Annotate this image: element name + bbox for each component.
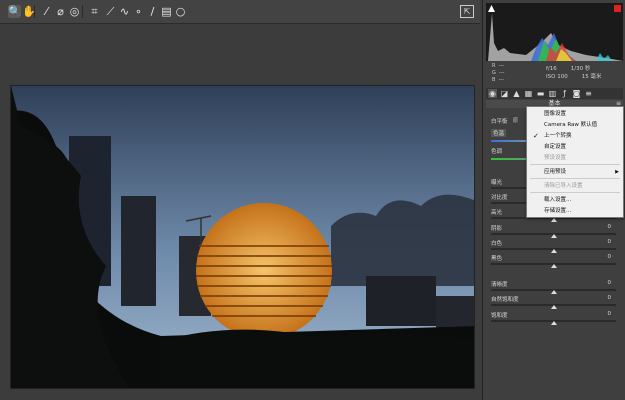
r-label: R [492,63,496,69]
slider-label: 高光 [491,210,503,216]
wb-label: 白平衡 [491,119,508,125]
slider-label: 自然饱和度 [491,297,519,303]
histogram-graph [488,13,623,61]
checkmark-icon: ✓ [533,132,539,140]
dropdown-separator [530,178,620,179]
redeye-icon[interactable]: ∘ [132,5,145,18]
dropdown-item[interactable]: 存储设置... [527,206,623,216]
toolbar: 🔍 ✋ ⁄ ⌀ ◎ ⌗ ⟋ ∿ ∘ / ▤ ○ ⇱ [0,0,480,24]
dropdown-item-label: 预设设置 [544,155,567,161]
dropdown-item[interactable]: 应用预设 ▶ [527,167,623,177]
spot-removal-icon[interactable]: ∿ [118,5,131,18]
submenu-arrow-icon: ▶ [615,169,619,175]
dropdown-item[interactable]: 载入设置... [527,195,623,205]
camera-readout: R --- G --- B --- f/16 1/30 秒 ISO 100 15 毫… [486,63,623,85]
preview-area [0,24,480,400]
dropdown-item: 清除已导入设置 [527,181,623,191]
dropdown-item-label: 存储设置... [544,208,572,214]
slider-value[interactable]: 0 [608,311,612,317]
slider-thumb[interactable] [550,218,557,222]
dropdown-item: 预设设置 [527,153,623,163]
slider-label: 曝光 [491,180,503,186]
slider-label: 黑色 [491,256,503,262]
white-balance-icon[interactable]: ⁄ [40,5,53,18]
graduated-filter-icon[interactable]: ▤ [160,5,173,18]
panel-tabs: ◉ ◪ ▲ ▦ ▬ ▥ ƒ ◙ ≡ [486,88,623,99]
dropdown-item-label: 自定设置 [544,144,567,150]
iso: ISO 100 [546,74,568,80]
fx-tab-icon[interactable]: ƒ [560,89,569,98]
slider-label: 对比度 [491,195,508,201]
histogram [486,3,623,61]
detail-tab-icon[interactable]: ▲ [512,89,521,98]
dropdown-item[interactable]: 上一个转换 ✓ [527,131,623,141]
dropdown-item-label: 上一个转换 [544,133,572,139]
presets-tab-icon[interactable]: ≡ [584,89,593,98]
b-label: B [492,77,496,83]
dropdown-item[interactable]: 自定设置 [527,142,623,152]
r-value: --- [498,63,505,69]
targeted-adjust-icon[interactable]: ◎ [68,5,81,18]
slider-value[interactable]: 0 [608,239,612,245]
dropdown-item-label: 应用预设 [544,169,567,175]
camera-calibration-tab-icon[interactable]: ◙ [572,89,581,98]
hsl-tab-icon[interactable]: ▦ [524,89,533,98]
slider-thumb[interactable] [550,305,557,309]
slider-thumb[interactable] [550,249,557,253]
dropdown-item-label: 载入设置... [544,197,572,203]
radial-filter-icon[interactable]: ○ [174,5,187,18]
split-toning-tab-icon[interactable]: ▬ [536,89,545,98]
slider-thumb[interactable] [550,321,557,325]
toolbar-separator [82,5,83,18]
g-label: G [492,70,496,76]
slider-label: 清晰度 [491,282,508,288]
tint-label: 色调 [491,149,503,155]
aperture: f/16 [546,66,557,72]
settings-dropdown-menu: 图像设置 Camera Raw 默认值 上一个转换 ✓ 自定设置预设设置应用预设 ▶ 清除已… [526,106,624,218]
g-value: --- [499,70,505,76]
b-value: --- [498,77,505,83]
slider-thumb[interactable] [550,234,557,238]
dropdown-item-label: 图像设置 [544,111,567,117]
slider-thumb[interactable] [550,290,557,294]
crop-icon[interactable]: ⌗ [88,5,101,18]
slider-label: 饱和度 [491,313,508,319]
dropdown-item-label: Camera Raw 默认值 [544,122,598,128]
photo-image [11,86,474,388]
slider-label: 白色 [491,241,503,247]
slider-value[interactable]: 0 [608,280,612,286]
slider-value[interactable]: 0 [608,295,612,301]
fullscreen-icon[interactable]: ⇱ [460,5,474,18]
dropdown-item-label: 清除已导入设置 [544,183,583,189]
toolbar-separator [34,5,35,18]
straighten-icon[interactable]: ⟋ [104,5,117,18]
tone-curve-tab-icon[interactable]: ◪ [500,89,509,98]
lens-tab-icon[interactable]: ▥ [548,89,557,98]
slider-value[interactable]: 0 [608,254,612,260]
dropdown-separator [530,192,620,193]
dropdown-item[interactable]: Camera Raw 默认值 [527,120,623,130]
slider-thumb[interactable] [550,264,557,268]
adjustment-brush-icon[interactable]: / [146,5,159,18]
focal-length: 15 毫米 [581,74,602,80]
slider-value[interactable]: 0 [608,224,612,230]
dropdown-item[interactable]: 图像设置 [527,109,623,119]
zoom-icon[interactable]: 🔍 [8,5,22,18]
basic-tab-icon[interactable]: ◉ [488,89,497,98]
color-sampler-icon[interactable]: ⌀ [54,5,67,18]
wb-select[interactable]: 原 [513,117,518,124]
dropdown-separator [530,164,620,165]
temp-label: 色温 [491,129,507,137]
photo-preview[interactable] [10,85,475,389]
highlight-clip-warning-icon[interactable] [614,5,621,12]
slider-label: 阴影 [491,226,503,232]
shutter-speed: 1/30 秒 [570,66,591,72]
